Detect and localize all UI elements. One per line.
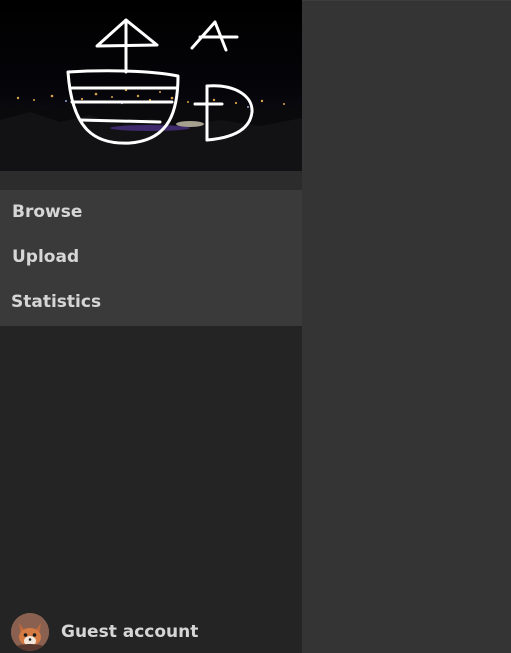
nav-item-upload[interactable]: Upload bbox=[0, 235, 302, 280]
site-logo[interactable] bbox=[0, 0, 302, 171]
logo-divider bbox=[0, 171, 302, 190]
fox-avatar-icon[interactable] bbox=[11, 612, 49, 651]
app-window: Browse Upload Statistics Guest account bbox=[0, 0, 511, 653]
nav-item-browse[interactable]: Browse bbox=[0, 190, 302, 235]
nav-item-statistics[interactable]: Statistics bbox=[0, 280, 302, 325]
boat-drawing-logo-icon bbox=[0, 18, 302, 171]
sidebar: Browse Upload Statistics Guest account bbox=[0, 0, 302, 653]
account-footer[interactable]: Guest account bbox=[0, 610, 302, 653]
main-nav: Browse Upload Statistics bbox=[0, 190, 302, 326]
main-content bbox=[302, 0, 511, 653]
account-name[interactable]: Guest account bbox=[61, 622, 198, 642]
